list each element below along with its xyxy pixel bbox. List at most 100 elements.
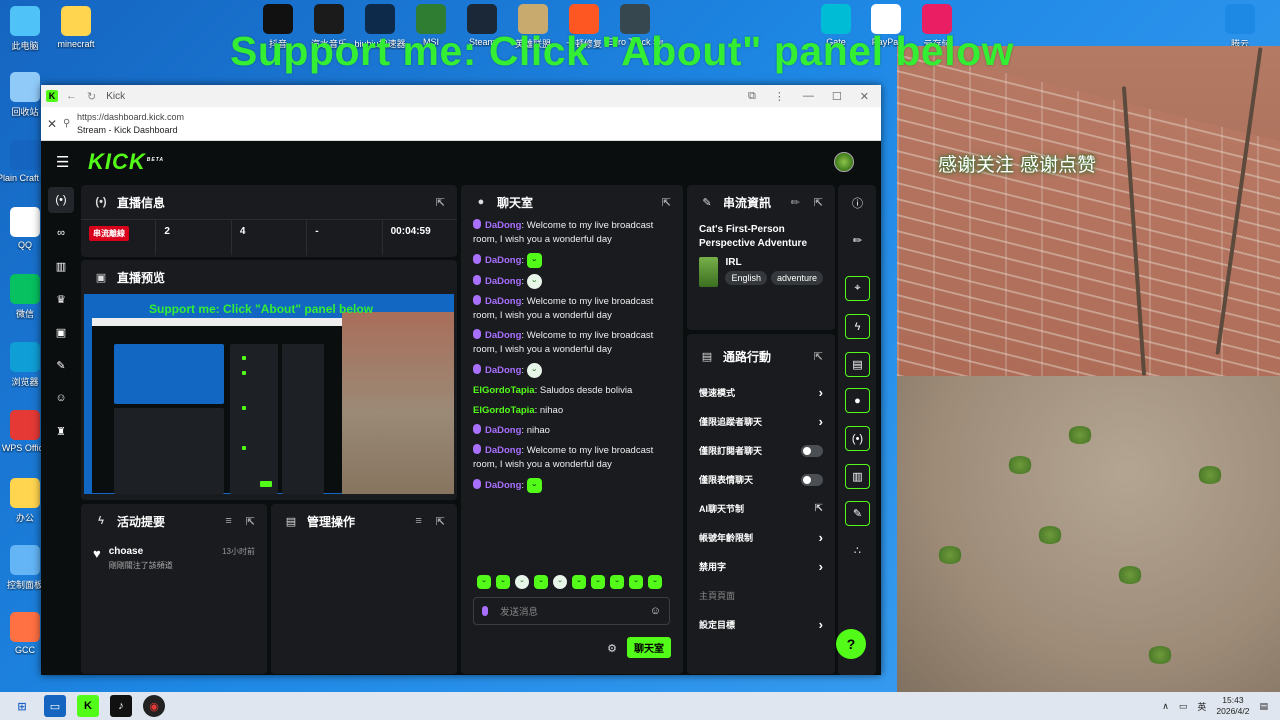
chevron-right-icon[interactable]: › — [819, 414, 823, 429]
bolt-icon[interactable]: ϟ — [845, 314, 870, 339]
site-info-icon[interactable]: ⚲ — [63, 118, 77, 129]
desktop-icon[interactable]: 腾云 — [1212, 4, 1268, 50]
desktop-icon[interactable]: 此电脑 — [0, 6, 53, 52]
help-button[interactable]: ? — [836, 629, 866, 659]
channel-action-row[interactable]: 慢速模式 › — [687, 378, 835, 407]
emote-button[interactable]: ᵕ — [610, 575, 624, 589]
live-icon[interactable]: (•) — [48, 187, 74, 213]
recorder-icon[interactable]: ◉ — [143, 695, 165, 717]
edit-icon[interactable]: ✏ — [791, 196, 800, 209]
tray-network-icon[interactable]: ▭ — [1179, 701, 1188, 712]
toggle-switch[interactable] — [801, 473, 823, 486]
filter-icon[interactable]: ≡ — [225, 515, 231, 527]
desktop-icon-minecraft[interactable]: minecraft — [48, 6, 104, 49]
chat-username[interactable]: ElGordoTapia — [473, 385, 535, 396]
analytics-icon[interactable]: ▥ — [48, 253, 74, 279]
channel-action-row[interactable]: 僅限訂閱者聊天 — [687, 436, 835, 465]
ime-indicator[interactable]: 英 — [1197, 700, 1206, 713]
channel-action-row[interactable]: 帳號年齡限制 › — [687, 523, 835, 552]
maximize-button[interactable]: ☐ — [832, 90, 842, 103]
filter-icon[interactable]: ≡ — [415, 515, 421, 527]
clock[interactable]: 15:43 2026/4/2 — [1216, 695, 1249, 717]
chat-username[interactable]: DaDong — [485, 445, 521, 456]
edit-icon[interactable]: ✏ — [845, 228, 870, 253]
chat-icon[interactable]: ● — [845, 388, 870, 413]
close-icon[interactable]: ✕ — [41, 117, 63, 131]
layout-icon[interactable]: ▥ — [845, 464, 870, 489]
chevron-right-icon[interactable]: › — [819, 385, 823, 400]
chat-username[interactable]: ElGordoTapia — [473, 405, 535, 416]
popout-icon[interactable]: ⇱ — [436, 196, 445, 209]
popout-icon[interactable]: ⇱ — [246, 515, 255, 528]
popout-icon[interactable]: ⇱ — [436, 515, 445, 528]
broadcast-icon[interactable]: (•) — [845, 426, 870, 451]
trophy-icon[interactable]: ♛ — [48, 286, 74, 312]
menu-icon[interactable]: ☰ — [56, 153, 78, 171]
user-avatar[interactable] — [834, 152, 854, 172]
activity-user[interactable]: choase — [109, 546, 173, 557]
wrench-icon[interactable]: ✎ — [48, 352, 74, 378]
emote-button[interactable]: ᵕ — [591, 575, 605, 589]
url-text[interactable]: https://dashboard.kick.com — [77, 111, 184, 124]
channel-action-row[interactable]: 禁用字 › — [687, 552, 835, 581]
minimize-button[interactable]: — — [803, 90, 814, 103]
chevron-right-icon[interactable]: › — [819, 559, 823, 574]
chevron-right-icon[interactable]: › — [819, 530, 823, 545]
chat-username[interactable]: DaDong — [485, 365, 521, 376]
channel-action-row[interactable]: AI聊天节制 ⇱ — [687, 494, 835, 523]
link-icon[interactable]: ∞ — [48, 220, 74, 246]
document-icon[interactable]: ▤ — [845, 352, 870, 377]
send-chat-button[interactable]: 聊天室 — [627, 637, 671, 658]
emote-button[interactable]: ᵕ — [629, 575, 643, 589]
stream-preview-video[interactable]: Support me: Click "About" panel below — [84, 294, 454, 494]
chat-username[interactable]: DaDong — [485, 480, 521, 491]
emote-button[interactable]: ᵕ — [496, 575, 510, 589]
tiktok-icon[interactable]: ♪ — [110, 695, 132, 717]
extensions-icon[interactable]: ⧉ — [748, 90, 756, 103]
notification-icon[interactable]: ▤ — [1259, 701, 1268, 712]
emoji-icon[interactable]: ☺ — [650, 605, 661, 617]
kick-logo[interactable]: KICKBETA — [88, 149, 164, 175]
reload-icon[interactable]: ↻ — [87, 90, 96, 103]
chat-username[interactable]: DaDong — [485, 330, 521, 341]
toggle-switch[interactable] — [801, 444, 823, 457]
channel-action-row[interactable]: 設定目標 › — [687, 610, 835, 639]
wrench-icon[interactable]: ✎ — [845, 501, 870, 526]
info-icon[interactable]: ⓘ — [845, 190, 870, 215]
tab-title[interactable]: Kick — [106, 91, 125, 102]
emote-button[interactable]: ᵕ — [553, 575, 567, 589]
external-link-icon[interactable]: ⇱ — [815, 503, 823, 514]
integrations-icon[interactable]: ∴ — [845, 538, 870, 563]
popout-icon[interactable]: ⇱ — [814, 196, 823, 209]
popout-icon[interactable]: ⇱ — [814, 350, 823, 363]
chevron-right-icon[interactable]: › — [819, 617, 823, 632]
emote-button[interactable]: ᵕ — [648, 575, 662, 589]
chat-username[interactable]: DaDong — [485, 220, 521, 231]
chat-input[interactable]: 发送消息 ☺ — [473, 597, 670, 625]
emote-button[interactable]: ᵕ — [477, 575, 491, 589]
popout-icon[interactable]: ⇱ — [662, 196, 671, 209]
category-name[interactable]: IRL — [725, 257, 823, 268]
back-icon[interactable]: ← — [66, 90, 77, 102]
emote-button[interactable]: ᵕ — [515, 575, 529, 589]
community-icon[interactable]: ♜ — [48, 418, 74, 444]
chat-username[interactable]: DaDong — [485, 425, 521, 436]
tray-expand-icon[interactable]: ∧ — [1162, 701, 1169, 712]
channel-action-row[interactable]: 僅限追蹤者聊天 › — [687, 407, 835, 436]
kick-app-icon[interactable]: K — [77, 695, 99, 717]
more-menu-icon[interactable]: ⋮ — [774, 90, 785, 103]
file-explorer-icon[interactable]: ▭ — [44, 695, 66, 717]
emote-button[interactable]: ᵕ — [572, 575, 586, 589]
address-bar[interactable]: ✕ ⚲ https://dashboard.kick.com Stream - … — [41, 107, 881, 141]
chat-username[interactable]: DaDong — [485, 255, 521, 266]
capture-icon[interactable]: ⌖ — [845, 276, 870, 301]
users-icon[interactable]: ☺ — [48, 385, 74, 411]
channel-action-row[interactable]: 僅限表情聊天 — [687, 465, 835, 494]
windows-start-icon[interactable]: ⊞ — [11, 695, 33, 717]
emote-button[interactable]: ᵕ — [534, 575, 548, 589]
chat-username[interactable]: DaDong — [485, 276, 521, 287]
chat-username[interactable]: DaDong — [485, 296, 521, 307]
gear-icon[interactable]: ⚙ — [607, 642, 617, 655]
close-window-button[interactable]: ✕ — [860, 90, 869, 103]
video-icon[interactable]: ▣ — [48, 319, 74, 345]
